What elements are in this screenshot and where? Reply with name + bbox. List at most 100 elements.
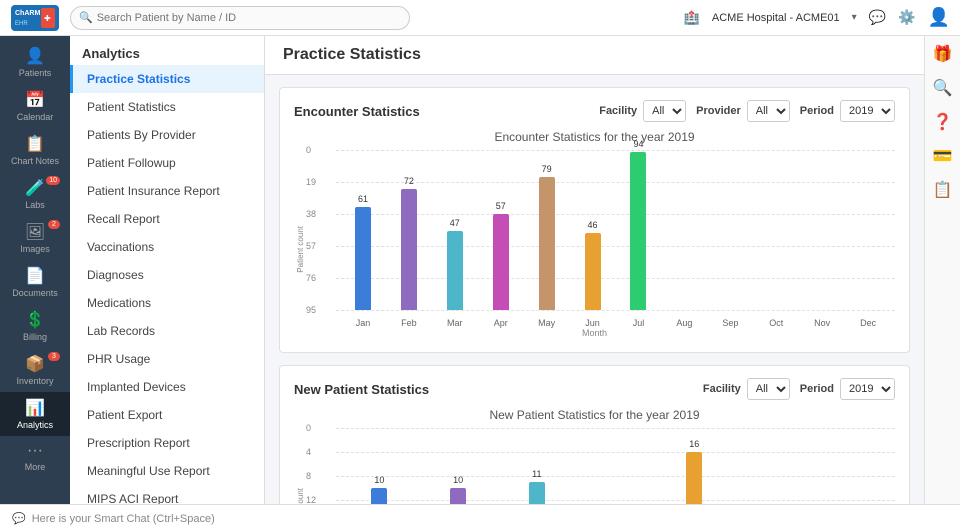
search-bar[interactable]: 🔍 [70,6,410,30]
nav-label-images: Images [20,244,50,254]
sidebar-item-patients-by-provider[interactable]: Patients By Provider [70,121,264,149]
encounter-chart-title: Encounter Statistics for the year 2019 [294,130,895,144]
hospital-icon: 🏥 [684,10,700,26]
nav-item-calendar[interactable]: 📅 Calendar [0,84,70,128]
nav-label-patients: Patients [19,68,52,78]
nav-item-labs[interactable]: 10 🧪 Labs [0,172,70,216]
period-select[interactable]: 2019 [840,100,895,122]
nav-item-billing[interactable]: 💲 Billing [0,304,70,348]
images-icon: 🖼 [25,222,45,242]
y-axis-label: Patient count [296,488,305,504]
sidebar-item-implanted-devices[interactable]: Implanted Devices [70,373,264,401]
logo: ChARM EHR ✚ [10,4,60,32]
images-badge: 2 [48,220,60,229]
bar-col-Jul: 94Jul [616,150,662,310]
sidebar-item-practice-statistics[interactable]: Practice Statistics [70,65,264,93]
nav-label-more: More [25,462,46,472]
sidebar-item-lab-records[interactable]: Lab Records [70,317,264,345]
sidebar-item-patient-followup[interactable]: Patient Followup [70,149,264,177]
nav-item-documents[interactable]: 📄 Documents [0,260,70,304]
top-right-area: 🏥 ACME Hospital - ACME01 ▾ 💬 ⚙️ 👤 [684,7,950,28]
sidebar-item-prescription-report[interactable]: Prescription Report [70,429,264,457]
messages-icon[interactable]: 💬 [869,9,886,26]
y-axis-label: Patient count [296,226,305,273]
bar-May: 16 [686,452,702,504]
chevron-icon[interactable]: ▾ [852,12,857,23]
nav-label-documents: Documents [12,288,58,298]
nav-item-chart-notes[interactable]: 📋 Chart Notes [0,128,70,172]
bar-Apr: 57 [493,214,509,310]
bar-col-Apr: 57Apr [478,150,524,310]
new-facility-select[interactable]: All [747,378,790,400]
bar-col-Sep: Sep [707,150,753,310]
sidebar-item-medications[interactable]: Medications [70,289,264,317]
user-avatar[interactable]: 👤 [928,7,950,28]
search-icon: 🔍 [79,11,93,24]
notes-right-icon[interactable]: 📋 [933,180,953,200]
new-patient-chart-title: New Patient Statistics for the year 2019 [294,408,895,422]
bar-May: 79 [539,177,555,310]
x-label-May: May [538,318,555,328]
bars-container: 10Jan10Feb11MarApr16MayJunJul [336,428,895,504]
card-icon[interactable]: 💳 [933,146,953,166]
sidebar-items: Practice StatisticsPatient StatisticsPat… [70,65,264,504]
nav-item-inventory[interactable]: 3 📦 Inventory [0,348,70,392]
x-label-Nov: Nov [814,318,830,328]
nav-item-images[interactable]: 2 🖼 Images [0,216,70,260]
bar-value-Mar: 47 [450,218,460,228]
content-area: Practice Statistics Encounter Statistics… [265,36,924,504]
inventory-icon: 📦 [25,354,45,374]
nav-item-more[interactable]: ··· More [0,436,70,478]
help-icon[interactable]: ❓ [933,112,953,132]
new-period-select[interactable]: 2019 [840,378,895,400]
bar-value-Jul: 94 [633,139,643,149]
nav-label-chart-notes: Chart Notes [11,156,59,166]
sidebar-item-recall-report[interactable]: Recall Report [70,205,264,233]
hospital-name: ACME Hospital - ACME01 [712,12,840,24]
bar-col-Aug: Aug [661,150,707,310]
provider-select[interactable]: All [747,100,790,122]
sidebar-item-mips-aci-report[interactable]: MIPS ACI Report [70,485,264,504]
bar-value-Jan: 61 [358,194,368,204]
bar-col-Feb: 10Feb [419,428,498,504]
facility-select[interactable]: All [643,100,686,122]
bar-col-Jul: Jul [812,428,891,504]
bar-value-Jun: 46 [588,220,598,230]
gift-icon[interactable]: 🎁 [933,44,953,64]
sidebar-item-patient-insurance-report[interactable]: Patient Insurance Report [70,177,264,205]
encounter-title: Encounter Statistics [294,104,420,119]
sidebar-item-diagnoses[interactable]: Diagnoses [70,261,264,289]
sidebar-item-meaningful-use-report[interactable]: Meaningful Use Report [70,457,264,485]
bar-col-Dec: Dec [845,150,891,310]
bar-col-Nov: Nov [799,150,845,310]
new-facility-label: Facility [703,383,741,395]
nav-label-inventory: Inventory [16,376,53,386]
search-right-icon[interactable]: 🔍 [933,78,953,98]
bar-Jan: 61 [355,207,371,310]
nav-item-patients[interactable]: 👤 Patients [0,40,70,84]
bar-col-Jan: 10Jan [340,428,419,504]
nav-label-calendar: Calendar [17,112,54,122]
new-patient-period-group: Period 2019 [800,378,895,400]
bar-Mar: 11 [529,482,545,504]
sidebar-item-patient-export[interactable]: Patient Export [70,401,264,429]
x-label-Sep: Sep [722,318,738,328]
nav-item-analytics[interactable]: 📊 Analytics [0,392,70,436]
bar-Feb: 72 [401,189,417,310]
labs-icon: 🧪 [25,178,45,198]
sidebar-item-vaccinations[interactable]: Vaccinations [70,233,264,261]
provider-label: Provider [696,105,741,117]
bar-value-Mar: 11 [532,469,541,479]
search-input[interactable] [97,12,401,24]
facility-label: Facility [599,105,637,117]
sidebar-item-patient-statistics[interactable]: Patient Statistics [70,93,264,121]
settings-icon[interactable]: ⚙️ [898,9,915,26]
x-label-Aug: Aug [676,318,692,328]
labs-badge: 10 [46,176,60,185]
page-title: Practice Statistics [265,36,924,75]
svg-text:ChARM: ChARM [15,10,40,17]
sidebar-item-phr-usage[interactable]: PHR Usage [70,345,264,373]
x-label-Jun: Jun [585,318,600,328]
smart-chat-text: Here is your Smart Chat (Ctrl+Space) [32,513,215,525]
content-inner: Encounter Statistics Facility All Provid… [265,75,924,504]
